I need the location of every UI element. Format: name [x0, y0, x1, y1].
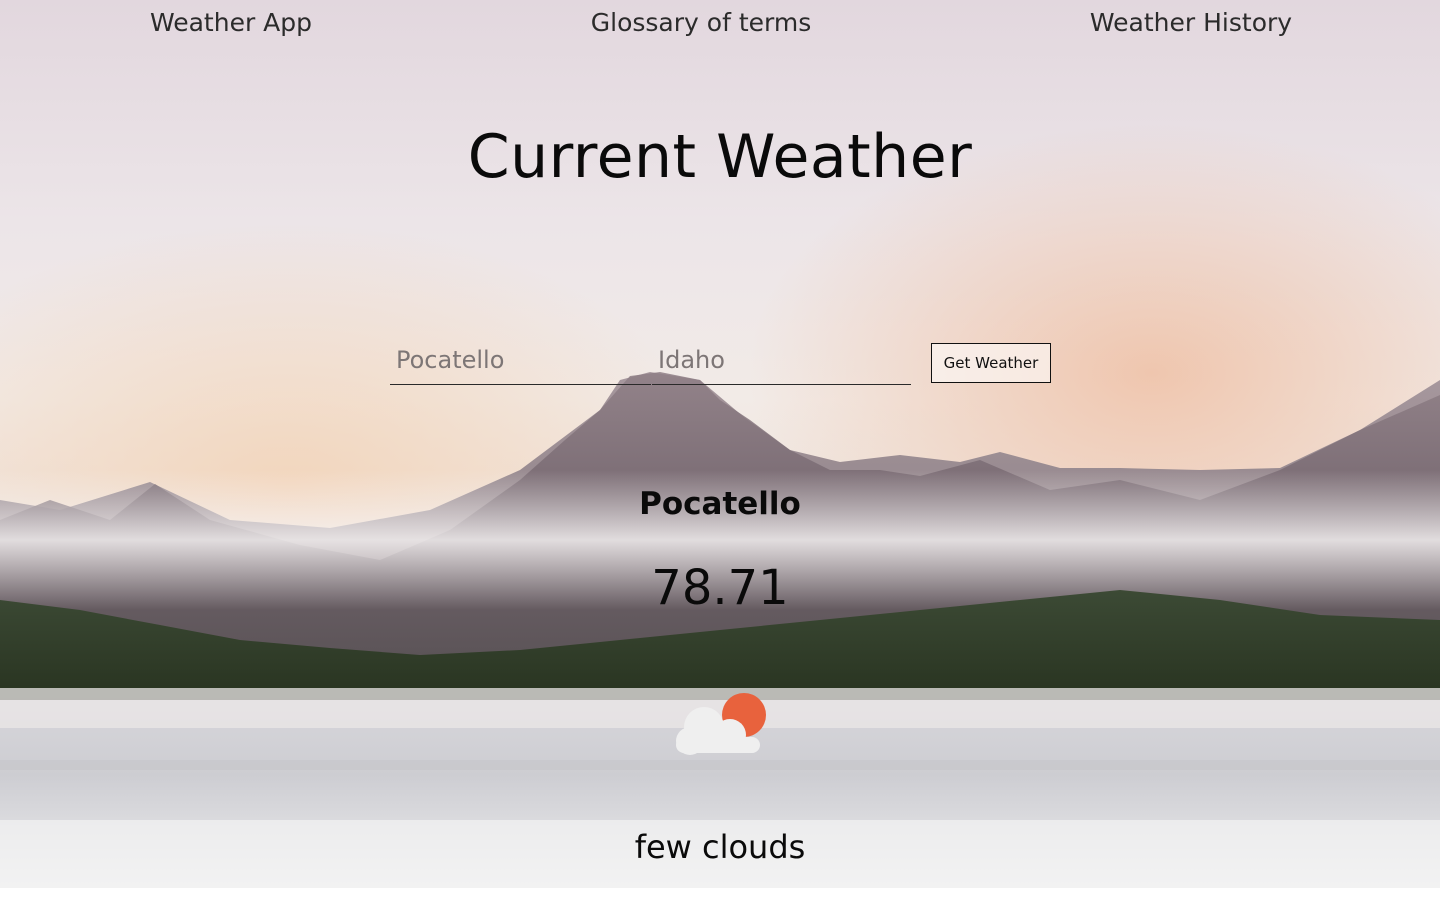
- result-city-name: Pocatello: [639, 486, 801, 522]
- nav-weather-app-link[interactable]: Weather App: [150, 8, 312, 37]
- page-title: Current Weather: [467, 122, 973, 192]
- page: Weather App Glossary of terms Weather Hi…: [0, 0, 1440, 888]
- state-input[interactable]: [652, 336, 911, 385]
- nav-weather-history-link[interactable]: Weather History: [1090, 8, 1292, 37]
- top-navigation: Weather App Glossary of terms Weather Hi…: [0, 0, 1440, 50]
- result-temperature: 78.71: [651, 560, 789, 616]
- get-weather-button[interactable]: Get Weather: [931, 343, 1051, 383]
- result-description: few clouds: [634, 828, 806, 866]
- city-input[interactable]: [390, 336, 651, 385]
- few-clouds-icon: [676, 693, 766, 755]
- nav-glossary-link[interactable]: Glossary of terms: [591, 8, 811, 37]
